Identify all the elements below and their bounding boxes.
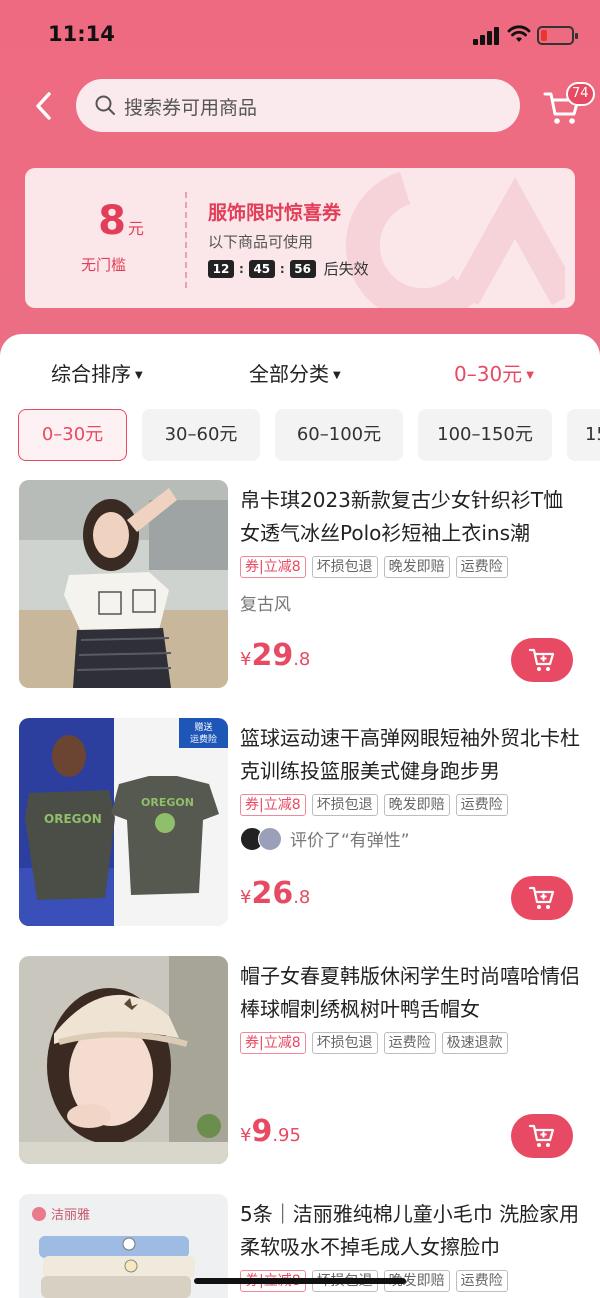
product-review: 评价了“有弹性” <box>240 826 410 851</box>
price-currency: ¥ <box>240 1125 252 1146</box>
coupon-watermark <box>345 171 565 308</box>
coupon-amount-value: 8 <box>98 198 126 244</box>
cart-badge: 74 <box>566 82 595 106</box>
shirt-text: OREGON <box>44 812 102 826</box>
tag-late-ship: 晚发即赔 <box>383 794 450 816</box>
product-tags: 券|立减8 坏损包退 晚发即赔 运费险 <box>240 556 514 578</box>
coupon-countdown: 12 : 45 : 56 后失效 <box>208 258 369 279</box>
signal-icon <box>473 27 501 45</box>
chip-150[interactable]: 15 <box>567 409 600 461</box>
product-card[interactable]: 帛卡琪2023新款复古少女针织衫T恤女透气冰丝Polo衫短袖上衣ins潮 券|立… <box>0 480 600 690</box>
coupon-card: 8元 无门槛 服饰限时惊喜券 以下商品可使用 12 : 45 : 56 后失效 <box>25 168 575 308</box>
chip-0-30[interactable]: 0–30元 <box>18 409 127 461</box>
product-review-text: 评价了“有弹性” <box>290 831 410 851</box>
search-input[interactable]: 搜索券可用商品 <box>76 79 520 132</box>
coupon-title: 服饰限时惊喜券 <box>208 202 342 224</box>
caret-down-icon: ▼ <box>333 370 341 381</box>
svg-text:运费险: 运费险 <box>190 733 217 745</box>
brand-logo-text: 洁丽雅 <box>51 1208 90 1223</box>
coupon-divider <box>185 192 187 288</box>
product-title[interactable]: 帛卡琪2023新款复古少女针织衫T恤女透气冰丝Polo衫短袖上衣ins潮 <box>240 484 580 550</box>
wifi-icon <box>507 25 531 42</box>
price-chips: 0–30元 30–60元 60–100元 100–150元 15 <box>18 409 600 461</box>
price-decimal: .8 <box>293 649 311 670</box>
add-cart-icon <box>528 886 555 909</box>
product-tags: 券|立减8 坏损包退 晚发即赔 运费险 <box>240 794 514 816</box>
tag-shipping-insurance: 运费险 <box>455 1270 508 1292</box>
sort-comprehensive[interactable]: 综合排序 ▼ <box>51 358 143 387</box>
tag-coupon: 券|立减8 <box>240 556 306 578</box>
product-price: ¥26.8 <box>240 876 310 911</box>
avatar <box>258 826 282 851</box>
price-currency: ¥ <box>240 649 252 670</box>
countdown-suffix: 后失效 <box>323 260 369 278</box>
coupon-subtitle: 以下商品可使用 <box>208 233 314 251</box>
cart-button[interactable]: 74 <box>540 82 596 132</box>
chip-30-60[interactable]: 30–60元 <box>142 409 260 461</box>
countdown-hours: 12 <box>208 259 234 278</box>
caret-down-icon: ▼ <box>526 370 534 381</box>
tag-coupon: 券|立减8 <box>240 794 306 816</box>
search-icon <box>95 95 115 115</box>
product-title[interactable]: 篮球运动速干高弹网眼短袖外贸北卡杜克训练投篮服美式健身跑步男 <box>240 722 580 788</box>
tag-damage-return: 坏损包退 <box>311 1032 378 1054</box>
tag-damage-return: 坏损包退 <box>311 794 378 816</box>
add-to-cart-button[interactable] <box>511 876 573 920</box>
price-integer: 29 <box>251 638 294 673</box>
product-card[interactable]: 帽子女春夏韩版休闲学生时尚嘻哈情侣棒球帽刺绣枫树叶鸭舌帽女 券|立减8 坏损包退… <box>0 956 600 1166</box>
price-integer: 26 <box>251 876 294 911</box>
reviewer-avatars <box>240 826 282 851</box>
tag-shipping-insurance: 运费险 <box>455 556 508 578</box>
sort-category[interactable]: 全部分类 ▼ <box>249 358 341 387</box>
price-integer: 9 <box>251 1114 273 1149</box>
add-to-cart-button[interactable] <box>511 1114 573 1158</box>
coupon-threshold: 无门槛 <box>81 256 127 274</box>
product-tags: 券|立减8 坏损包退 运费险 极速退款 <box>240 1032 514 1054</box>
tag-late-ship: 晚发即赔 <box>383 556 450 578</box>
product-note-text: 复古风 <box>240 595 291 615</box>
status-bar: 11:14 <box>0 0 600 70</box>
product-card[interactable]: OREGON OREGON 赠送 运费险 篮球运动速干高弹网眼短袖外贸北卡杜克训… <box>0 718 600 928</box>
svg-text:赠送: 赠送 <box>194 721 212 733</box>
tag-damage-return: 坏损包退 <box>311 556 378 578</box>
chip-60-100[interactable]: 60–100元 <box>275 409 403 461</box>
caret-down-icon: ▼ <box>135 370 143 381</box>
tag-shipping-insurance: 运费险 <box>383 1032 436 1054</box>
coupon-amount: 8元 <box>81 198 161 244</box>
price-currency: ¥ <box>240 887 252 908</box>
countdown-seconds: 56 <box>289 259 316 278</box>
add-to-cart-button[interactable] <box>511 638 573 682</box>
price-decimal: .8 <box>293 887 311 908</box>
product-title[interactable]: 5条｜洁丽雅纯棉儿童小毛巾 洗脸家用柔软吸水不掉毛成人女擦脸巾 <box>240 1198 580 1264</box>
sort-bar: 综合排序 ▼ 全部分类 ▼ 0–30元 ▼ <box>0 358 600 388</box>
coupon-amount-unit: 元 <box>127 219 144 238</box>
search-placeholder: 搜索券可用商品 <box>124 97 258 119</box>
countdown-minutes: 45 <box>248 259 275 278</box>
product-image[interactable] <box>19 956 228 1164</box>
back-icon[interactable] <box>30 90 60 122</box>
sort-comprehensive-label: 综合排序 <box>51 362 131 386</box>
chip-100-150[interactable]: 100–150元 <box>418 409 552 461</box>
sort-category-label: 全部分类 <box>249 362 329 386</box>
product-image[interactable]: OREGON OREGON 赠送 运费险 <box>19 718 228 926</box>
sort-price[interactable]: 0–30元 ▼ <box>454 358 534 387</box>
add-cart-icon <box>528 1124 555 1147</box>
sort-price-label: 0–30元 <box>454 362 523 386</box>
content-panel: 综合排序 ▼ 全部分类 ▼ 0–30元 ▼ 0–30元 30–60元 60–100元 … <box>0 334 600 1298</box>
home-indicator[interactable] <box>194 1278 406 1284</box>
status-time: 11:14 <box>48 22 115 46</box>
product-note: 复古风 <box>240 590 291 615</box>
tag-fast-refund: 极速退款 <box>441 1032 508 1054</box>
product-title[interactable]: 帽子女春夏韩版休闲学生时尚嘻哈情侣棒球帽刺绣枫树叶鸭舌帽女 <box>240 960 580 1026</box>
product-price: ¥29.8 <box>240 638 310 673</box>
tag-shipping-insurance: 运费险 <box>455 794 508 816</box>
tag-coupon: 券|立减8 <box>240 1032 306 1054</box>
shirt-text-2: OREGON <box>141 796 194 809</box>
add-cart-icon <box>528 648 555 671</box>
product-price: ¥9.95 <box>240 1114 301 1149</box>
product-image[interactable] <box>19 480 228 688</box>
battery-icon <box>537 26 578 45</box>
price-decimal: .95 <box>272 1125 301 1146</box>
